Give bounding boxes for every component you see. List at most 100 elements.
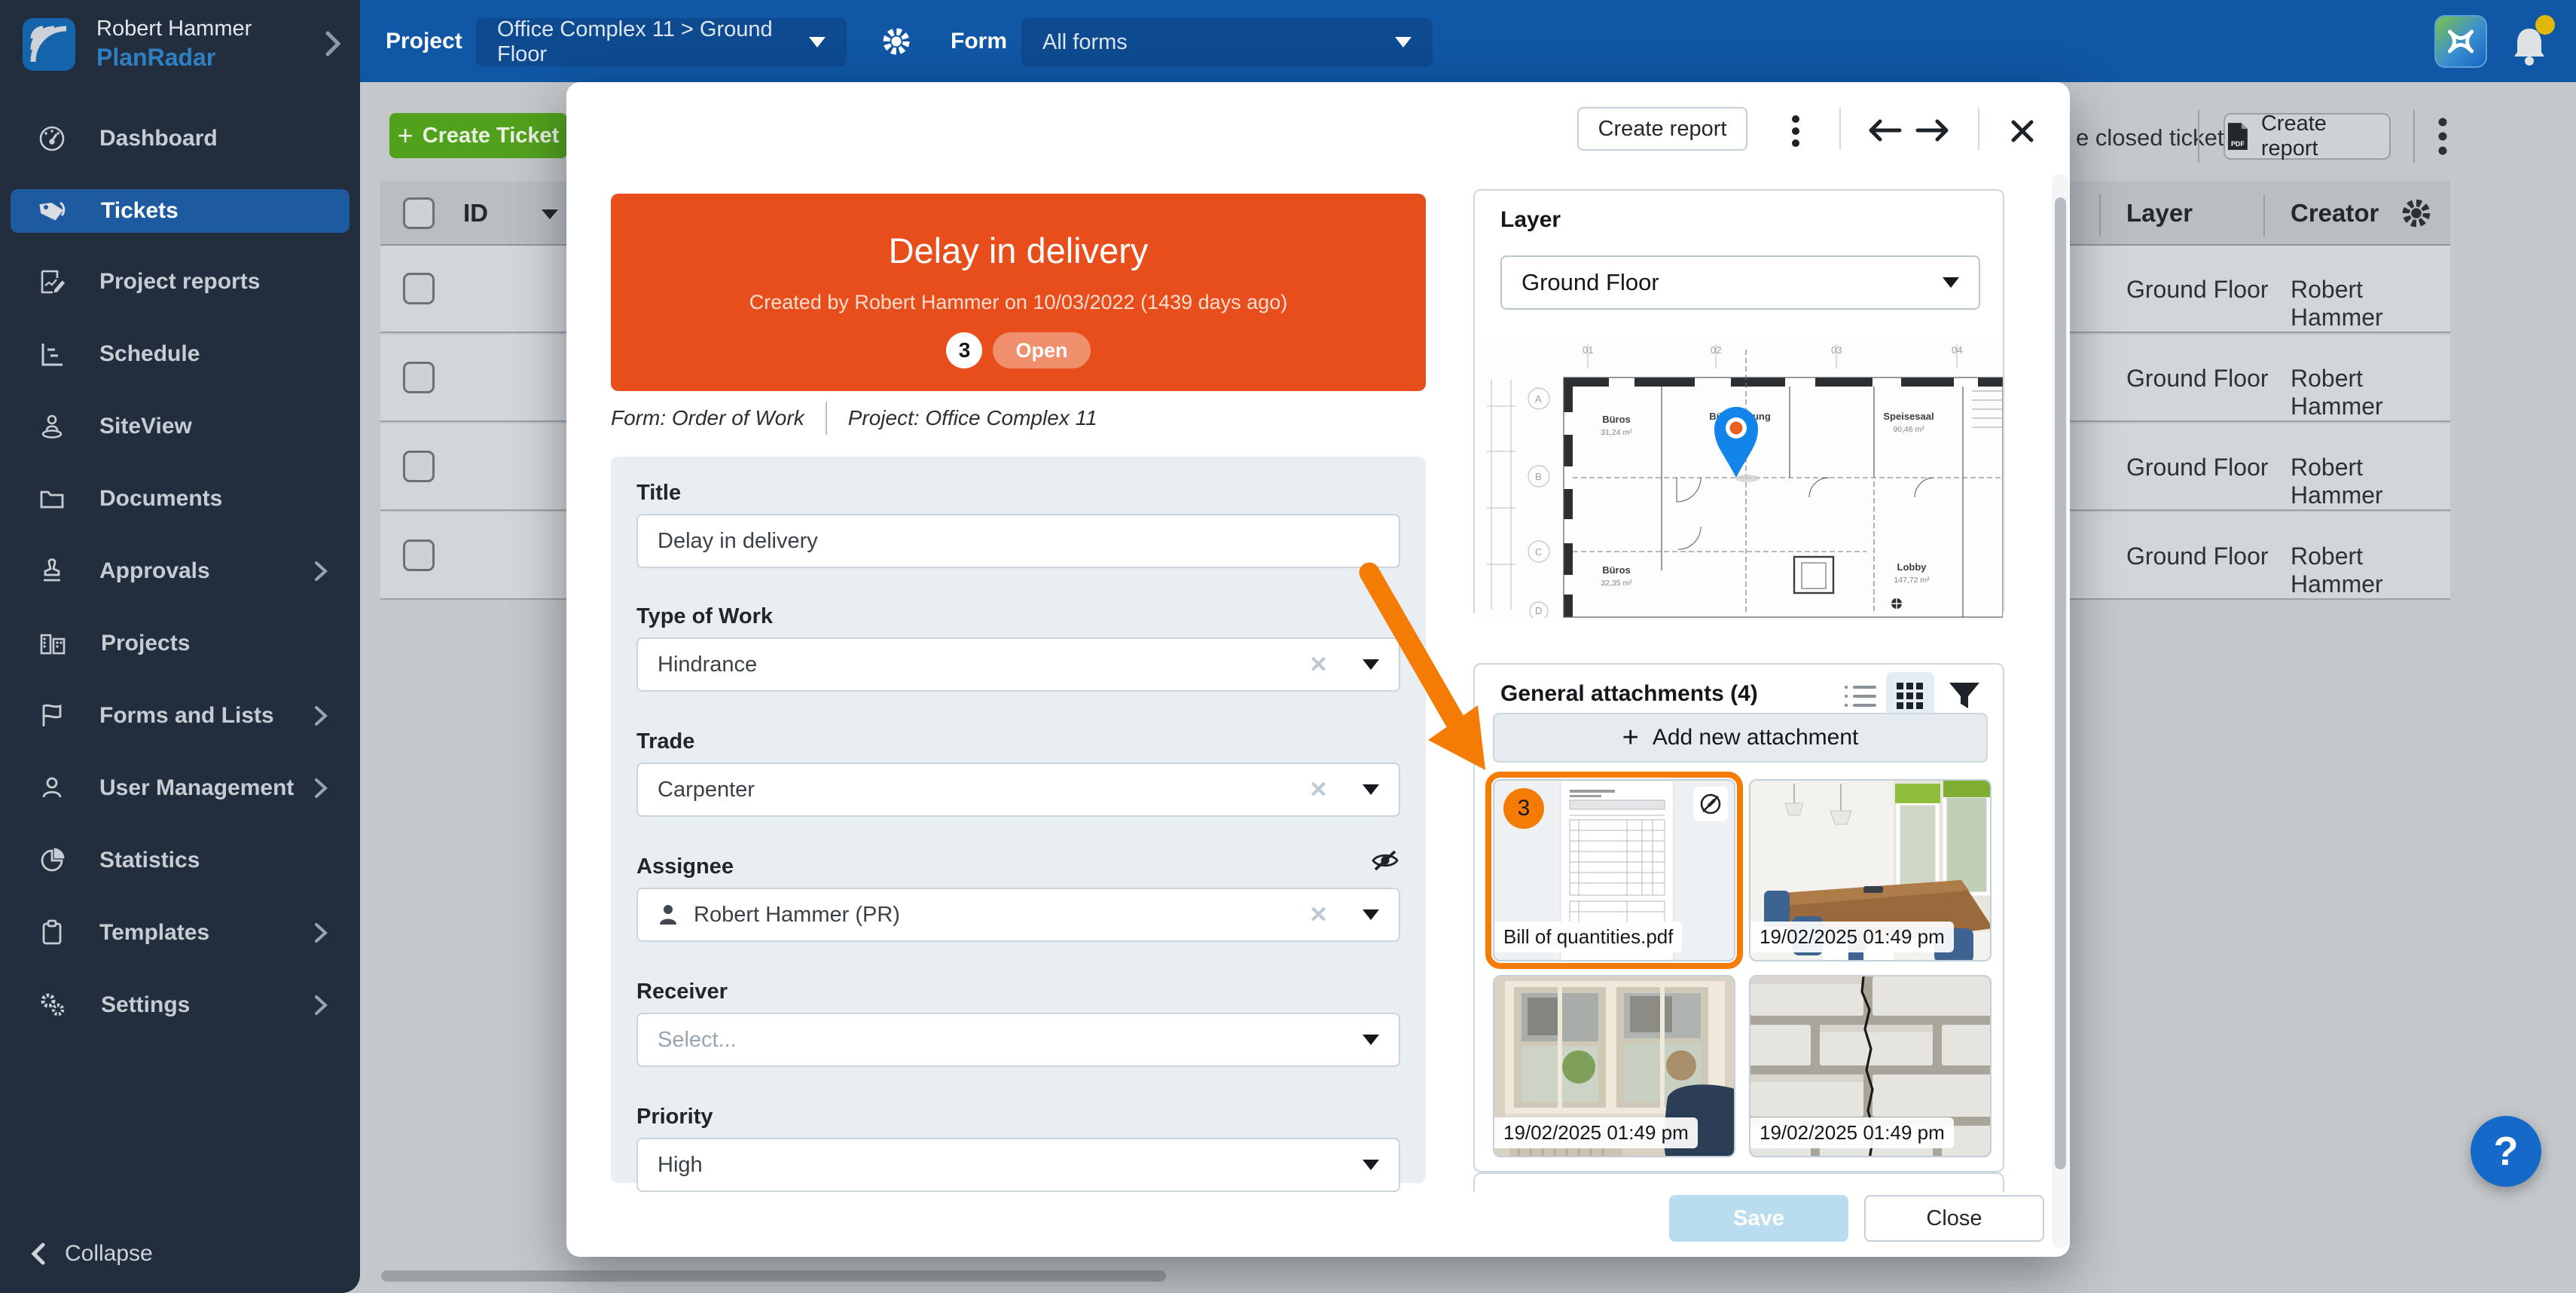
attachment-tile-photo[interactable]: 19/02/2025 01:49 pm [1749, 779, 1992, 961]
attachments-panel: General attachments (4) + Add new attach… [1473, 663, 2004, 1172]
project-selector[interactable]: Office Complex 11 > Ground Floor [476, 18, 847, 66]
annotate-pen-icon[interactable] [1693, 787, 1728, 821]
svg-text:02: 02 [1711, 344, 1721, 356]
modal-create-report-button[interactable]: Create report [1577, 107, 1747, 151]
clipboard-icon [38, 919, 66, 947]
notifications-bell-icon[interactable] [2508, 21, 2550, 70]
sidebar-collapse-button[interactable]: Collapse [30, 1231, 316, 1276]
ticket-created-line: Created by Robert Hammer on 10/03/2022 (… [611, 291, 1426, 314]
attachment-tile-photo[interactable]: 19/02/2025 01:49 pm [1749, 975, 1992, 1157]
ticket-detail-modal: Create report Delay in delivery Created … [566, 82, 2070, 1257]
svg-text:Lobby: Lobby [1897, 561, 1927, 573]
row-checkbox[interactable] [403, 273, 435, 304]
planradar-connect-app-icon[interactable] [2434, 15, 2487, 68]
priority-select[interactable]: High [636, 1138, 1400, 1192]
project-settings-gear-icon[interactable] [880, 25, 913, 62]
modal-kebab-menu-icon[interactable] [1790, 114, 1801, 148]
sidebar-item-dashboard[interactable]: Dashboard [11, 117, 349, 160]
svg-text:A: A [1535, 393, 1542, 405]
divider [2198, 110, 2199, 163]
sidebar-item-siteview[interactable]: SiteView [11, 405, 349, 448]
column-divider [2263, 194, 2265, 237]
background-kebab-menu-icon[interactable] [2437, 115, 2448, 162]
pie-chart-icon [38, 846, 66, 875]
divider [1839, 108, 1841, 150]
create-ticket-button[interactable]: + Create Ticket [389, 113, 567, 158]
svg-text:03: 03 [1831, 344, 1842, 356]
floor-plan-image[interactable]: A B C D 01 02 03 04 [1475, 338, 2003, 618]
row-checkbox[interactable] [403, 451, 435, 482]
row-checkbox[interactable] [403, 362, 435, 393]
ticket-tag-icon [38, 197, 68, 225]
close-icon[interactable] [2008, 117, 2037, 145]
sidebar-item-schedule[interactable]: Schedule [11, 332, 349, 376]
clear-x-icon[interactable]: ✕ [1309, 777, 1328, 803]
chevron-right-icon [313, 560, 328, 582]
horizontal-scrollbar[interactable] [381, 1270, 1166, 1282]
layer-cell: Ground Floor [2126, 365, 2269, 393]
list-view-icon[interactable] [1844, 683, 1877, 710]
sidebar-item-user-management[interactable]: User Management [11, 766, 349, 810]
chevron-down-icon [1363, 1035, 1379, 1045]
planradar-logo[interactable] [23, 18, 75, 71]
sidebar-item-tickets[interactable]: Tickets [11, 189, 349, 233]
layer-select[interactable]: Ground Floor [1500, 255, 1980, 310]
clear-x-icon[interactable]: ✕ [1309, 652, 1328, 678]
background-create-report-button[interactable]: PDF Create report [2223, 113, 2391, 160]
svg-text:31,24 m²: 31,24 m² [1601, 428, 1632, 437]
chevron-down-icon [809, 37, 826, 47]
creator-cell: Robert Hammer [2291, 454, 2450, 509]
trade-select[interactable]: Carpenter ✕ [636, 763, 1400, 817]
row-checkbox[interactable] [403, 540, 435, 571]
select-all-checkbox[interactable] [403, 197, 435, 229]
sidebar-item-forms-and-lists[interactable]: Forms and Lists [11, 694, 349, 738]
title-field-label: Title [636, 481, 681, 506]
sidebar-item-settings[interactable]: Settings [11, 983, 349, 1027]
creator-cell: Robert Hammer [2291, 365, 2450, 420]
title-field-input[interactable]: Delay in delivery [636, 514, 1400, 568]
chevron-right-icon [313, 922, 328, 944]
next-ticket-arrow-icon[interactable] [1915, 115, 1951, 145]
assignee-select[interactable]: Robert Hammer (PR) ✕ [636, 888, 1400, 942]
add-new-attachment-button[interactable]: + Add new attachment [1493, 713, 1988, 763]
creator-column-header[interactable]: Creator [2291, 199, 2379, 228]
type-of-work-select[interactable]: Hindrance ✕ [636, 637, 1400, 692]
form-selector[interactable]: All forms [1021, 18, 1433, 66]
ticket-status-badge[interactable]: Open [993, 332, 1090, 368]
sidebar-item-documents[interactable]: Documents [11, 477, 349, 521]
sidebar-expand-chevron-icon[interactable] [324, 30, 342, 57]
modal-scrollbar-thumb[interactable] [2055, 197, 2066, 1169]
receiver-select[interactable]: Select... [636, 1013, 1400, 1067]
id-column-header[interactable]: ID [463, 199, 488, 228]
creator-cell: Robert Hammer [2291, 543, 2450, 598]
save-button[interactable]: Save [1669, 1195, 1848, 1242]
sort-caret-icon[interactable] [540, 206, 560, 222]
sidebar-item-statistics[interactable]: Statistics [11, 839, 349, 882]
layer-cell: Ground Floor [2126, 454, 2269, 481]
clear-x-icon[interactable]: ✕ [1309, 902, 1328, 928]
divider [2413, 110, 2415, 163]
eye-off-visibility-icon[interactable] [1370, 847, 1400, 874]
attachment-tile-photo[interactable]: 19/02/2025 01:49 pm [1493, 975, 1735, 1157]
priority-field-label: Priority [636, 1105, 713, 1129]
previous-ticket-arrow-icon[interactable] [1866, 115, 1903, 145]
ticket-meta-row: Form: Order of Work Project: Office Comp… [611, 402, 1426, 435]
filter-funnel-icon[interactable] [1948, 681, 1981, 713]
chevron-down-icon [1363, 909, 1379, 920]
table-settings-gear-icon[interactable] [2399, 196, 2434, 231]
ticket-title: Delay in delivery [611, 230, 1426, 271]
closed-tickets-label-fragment[interactable]: e closed tickets [2076, 124, 2236, 151]
sidebar-item-templates[interactable]: Templates [11, 911, 349, 955]
layer-column-header[interactable]: Layer [2126, 199, 2193, 228]
sidebar-item-approvals[interactable]: Approvals [11, 549, 349, 593]
attachment-tile-pdf[interactable]: 3 Bill of quantities.pdf [1493, 779, 1735, 961]
form-label: Form [951, 0, 1007, 82]
help-button[interactable]: ? [2471, 1116, 2541, 1187]
close-button[interactable]: Close [1864, 1195, 2044, 1242]
sidebar-item-project-reports[interactable]: Project reports [11, 260, 349, 304]
layer-cell: Ground Floor [2126, 276, 2269, 304]
project-label: Project [386, 0, 462, 82]
attachment-caption: 19/02/2025 01:49 pm [1750, 922, 1954, 952]
sidebar-item-projects[interactable]: Projects [11, 622, 349, 665]
ticket-project-meta: Project: Office Complex 11 [848, 406, 1097, 430]
